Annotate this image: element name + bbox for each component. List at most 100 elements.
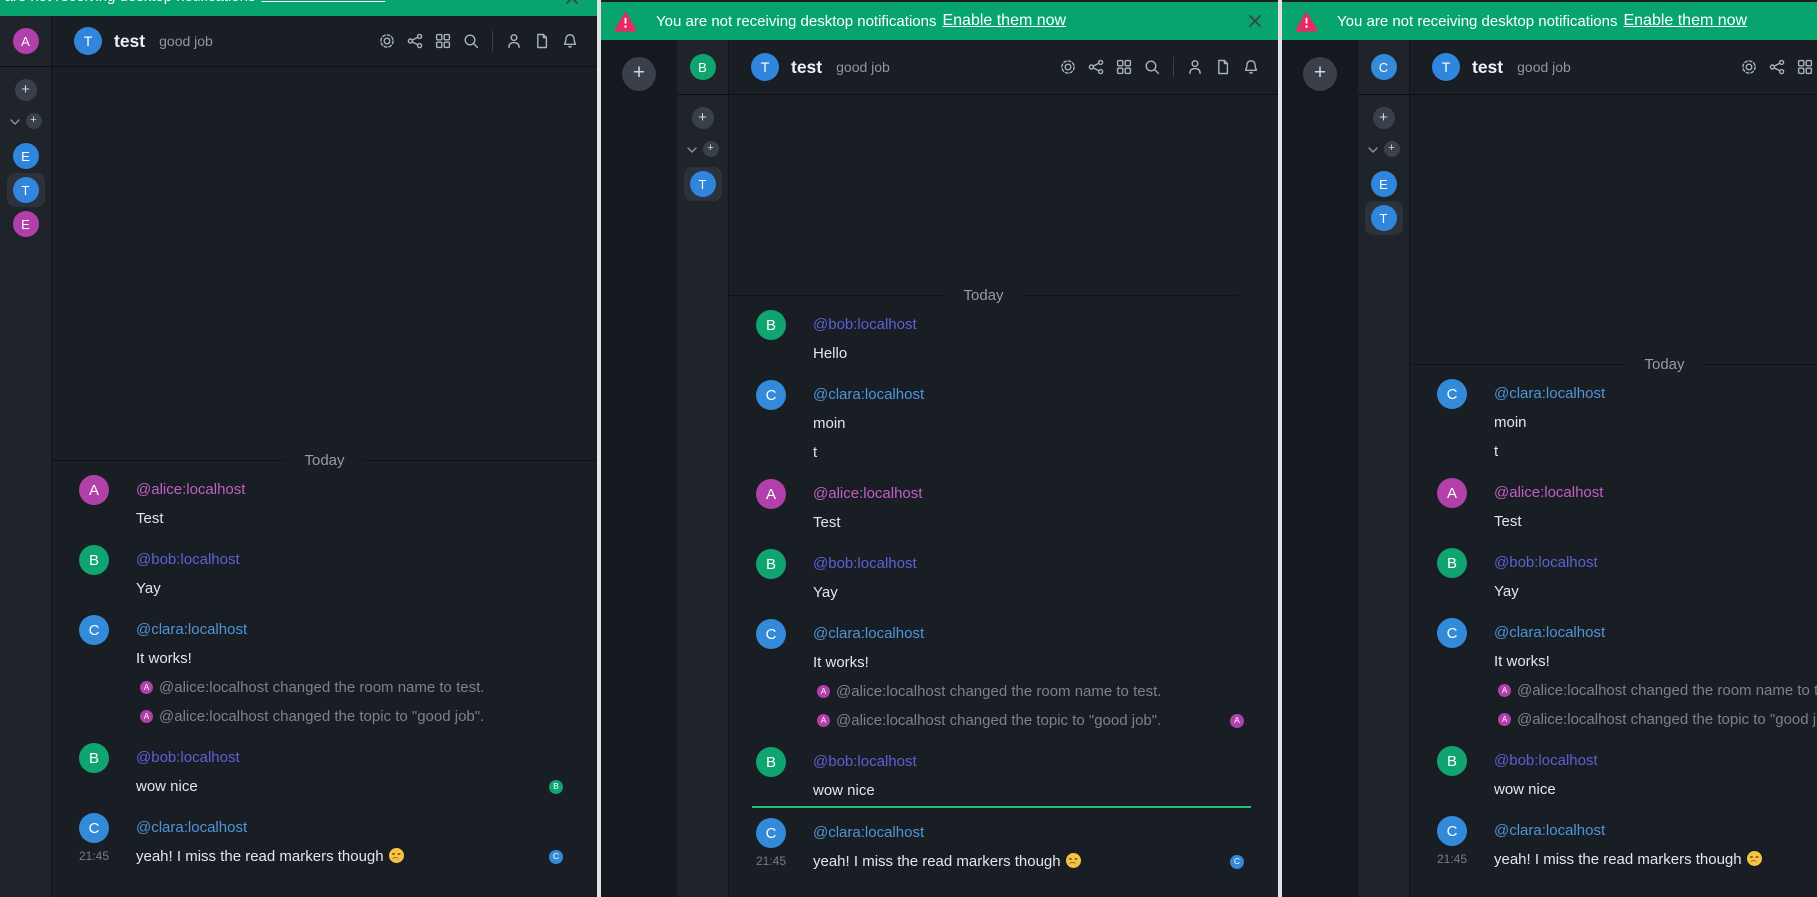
sender-avatar[interactable]: C [1437, 816, 1467, 846]
grid-icon[interactable] [1115, 58, 1133, 76]
share-icon[interactable] [406, 32, 424, 50]
settings-icon[interactable] [378, 32, 396, 50]
sender-avatar[interactable]: B [756, 747, 786, 777]
members-icon[interactable] [1186, 58, 1204, 76]
sender-name[interactable]: @bob:localhost [1494, 746, 1817, 775]
sender-avatar[interactable]: B [79, 743, 109, 773]
sender-name[interactable]: @bob:localhost [1494, 548, 1817, 577]
search-icon[interactable] [462, 32, 480, 50]
sender-name[interactable]: @bob:localhost [136, 743, 597, 772]
room-header: Ttestgood job [1410, 40, 1817, 95]
sender-name[interactable]: @clara:localhost [1494, 816, 1817, 845]
sender-name[interactable]: @bob:localhost [813, 549, 1278, 578]
sender-name[interactable]: @alice:localhost [1494, 478, 1817, 507]
room-header: Ttestgood job [52, 16, 597, 67]
sender-avatar[interactable]: C [1437, 618, 1467, 648]
enable-notifications-link[interactable]: Enable them now [261, 0, 385, 5]
add-space-button[interactable]: + [1384, 141, 1400, 157]
sender-name[interactable]: @alice:localhost [136, 475, 597, 504]
enable-notifications-link[interactable]: Enable them now [1623, 12, 1747, 30]
room-tab-t-selected[interactable]: T [684, 167, 722, 201]
sender-name[interactable]: @alice:localhost [813, 479, 1278, 508]
enable-notifications-link[interactable]: Enable them now [942, 12, 1066, 30]
notification-banner-content: You are not receiving desktop notificati… [0, 0, 517, 16]
settings-icon[interactable] [1059, 58, 1077, 76]
state-event: A@alice:localhost changed the room name … [817, 677, 1278, 706]
sender-name[interactable]: @clara:localhost [1494, 618, 1817, 647]
main-column: Ttestgood jobTodayC@clara:localhostmoint… [1409, 40, 1817, 897]
files-icon[interactable] [533, 32, 551, 50]
search-icon[interactable] [1143, 58, 1161, 76]
message-text: yeah! I miss the read markers thoughC [136, 842, 597, 871]
add-space-button[interactable]: + [26, 113, 42, 129]
add-room-button[interactable]: + [692, 107, 714, 129]
sender-avatar[interactable]: C [79, 615, 109, 645]
room-tab-t-selected[interactable]: T [7, 173, 45, 207]
sender-name[interactable]: @clara:localhost [1494, 379, 1817, 408]
message-timeline[interactable]: TodayB@bob:localhostHelloC@clara:localho… [729, 95, 1278, 897]
sender-avatar[interactable]: C [756, 818, 786, 848]
notifications-icon[interactable] [1242, 58, 1260, 76]
message-text: wow nice [1494, 775, 1817, 804]
sender-avatar[interactable]: A [1437, 478, 1467, 508]
message: B@bob:localhostwow nice [729, 747, 1278, 805]
create-space-button[interactable]: + [622, 57, 656, 91]
room-avatar[interactable]: T [1432, 53, 1460, 81]
grid-icon[interactable] [1796, 58, 1814, 76]
sender-name[interactable]: @bob:localhost [813, 310, 1278, 339]
create-space-button[interactable]: + [1303, 57, 1337, 91]
date-divider: Today [729, 281, 1238, 310]
window-body: +B++TTtestgood jobTodayB@bob:localhostHe… [601, 40, 1278, 897]
sender-avatar[interactable]: C [79, 813, 109, 843]
sender-avatar[interactable]: C [1437, 379, 1467, 409]
sender-avatar[interactable]: B [1437, 746, 1467, 776]
room-tab-list: T [684, 167, 722, 201]
files-icon[interactable] [1214, 58, 1232, 76]
sender-name[interactable]: @bob:localhost [813, 747, 1278, 776]
message-timeline[interactable]: TodayA@alice:localhostTestB@bob:localhos… [52, 67, 597, 897]
user-avatar[interactable]: C [1371, 54, 1397, 80]
sender-avatar[interactable]: A [79, 475, 109, 505]
window-body: +C++ETTtestgood jobTodayC@clara:localhos… [1282, 40, 1817, 897]
sender-name[interactable]: @clara:localhost [136, 615, 597, 644]
sender-name[interactable]: @clara:localhost [813, 818, 1278, 847]
banner-close-icon[interactable] [564, 0, 580, 6]
sender-avatar[interactable]: C [756, 380, 786, 410]
banner-close-icon[interactable] [1247, 13, 1263, 29]
share-icon[interactable] [1768, 58, 1786, 76]
add-room-button[interactable]: + [1373, 107, 1395, 129]
sender-name[interactable]: @clara:localhost [136, 813, 597, 842]
sender-name[interactable]: @bob:localhost [136, 545, 597, 574]
room-avatar[interactable]: T [751, 53, 779, 81]
collapse-chevron-icon[interactable] [10, 112, 20, 130]
state-event-avatar: A [140, 681, 153, 694]
settings-icon[interactable] [1740, 58, 1758, 76]
sender-avatar[interactable]: B [756, 549, 786, 579]
message: C @clara:localhostyeah! I miss the read m… [52, 813, 597, 871]
sender-avatar[interactable]: B [756, 310, 786, 340]
share-icon[interactable] [1087, 58, 1105, 76]
collapse-chevron-icon[interactable] [1368, 140, 1378, 158]
sender-avatar[interactable]: B [79, 545, 109, 575]
room-tab-avatar: T [13, 177, 39, 203]
user-avatar[interactable]: A [13, 28, 39, 54]
add-room-button[interactable]: + [15, 79, 37, 101]
sender-avatar[interactable]: A [756, 479, 786, 509]
grid-icon[interactable] [434, 32, 452, 50]
room-avatar[interactable]: T [74, 27, 102, 55]
room-tab-t-selected[interactable]: T [1365, 201, 1403, 235]
room-tab-e[interactable]: E [7, 139, 45, 173]
sender-name[interactable]: @clara:localhost [813, 619, 1278, 648]
collapse-chevron-icon[interactable] [687, 140, 697, 158]
room-tab-e[interactable]: E [7, 207, 45, 241]
sender-name[interactable]: @clara:localhost [813, 380, 1278, 409]
user-avatar[interactable]: B [690, 54, 716, 80]
message-text-content: It works! [136, 650, 192, 667]
members-icon[interactable] [505, 32, 523, 50]
sender-avatar[interactable]: C [756, 619, 786, 649]
notifications-icon[interactable] [561, 32, 579, 50]
room-tab-e[interactable]: E [1365, 167, 1403, 201]
message-timeline[interactable]: TodayC@clara:localhostmointA@alice:local… [1410, 95, 1817, 897]
sender-avatar[interactable]: B [1437, 548, 1467, 578]
add-space-button[interactable]: + [703, 141, 719, 157]
